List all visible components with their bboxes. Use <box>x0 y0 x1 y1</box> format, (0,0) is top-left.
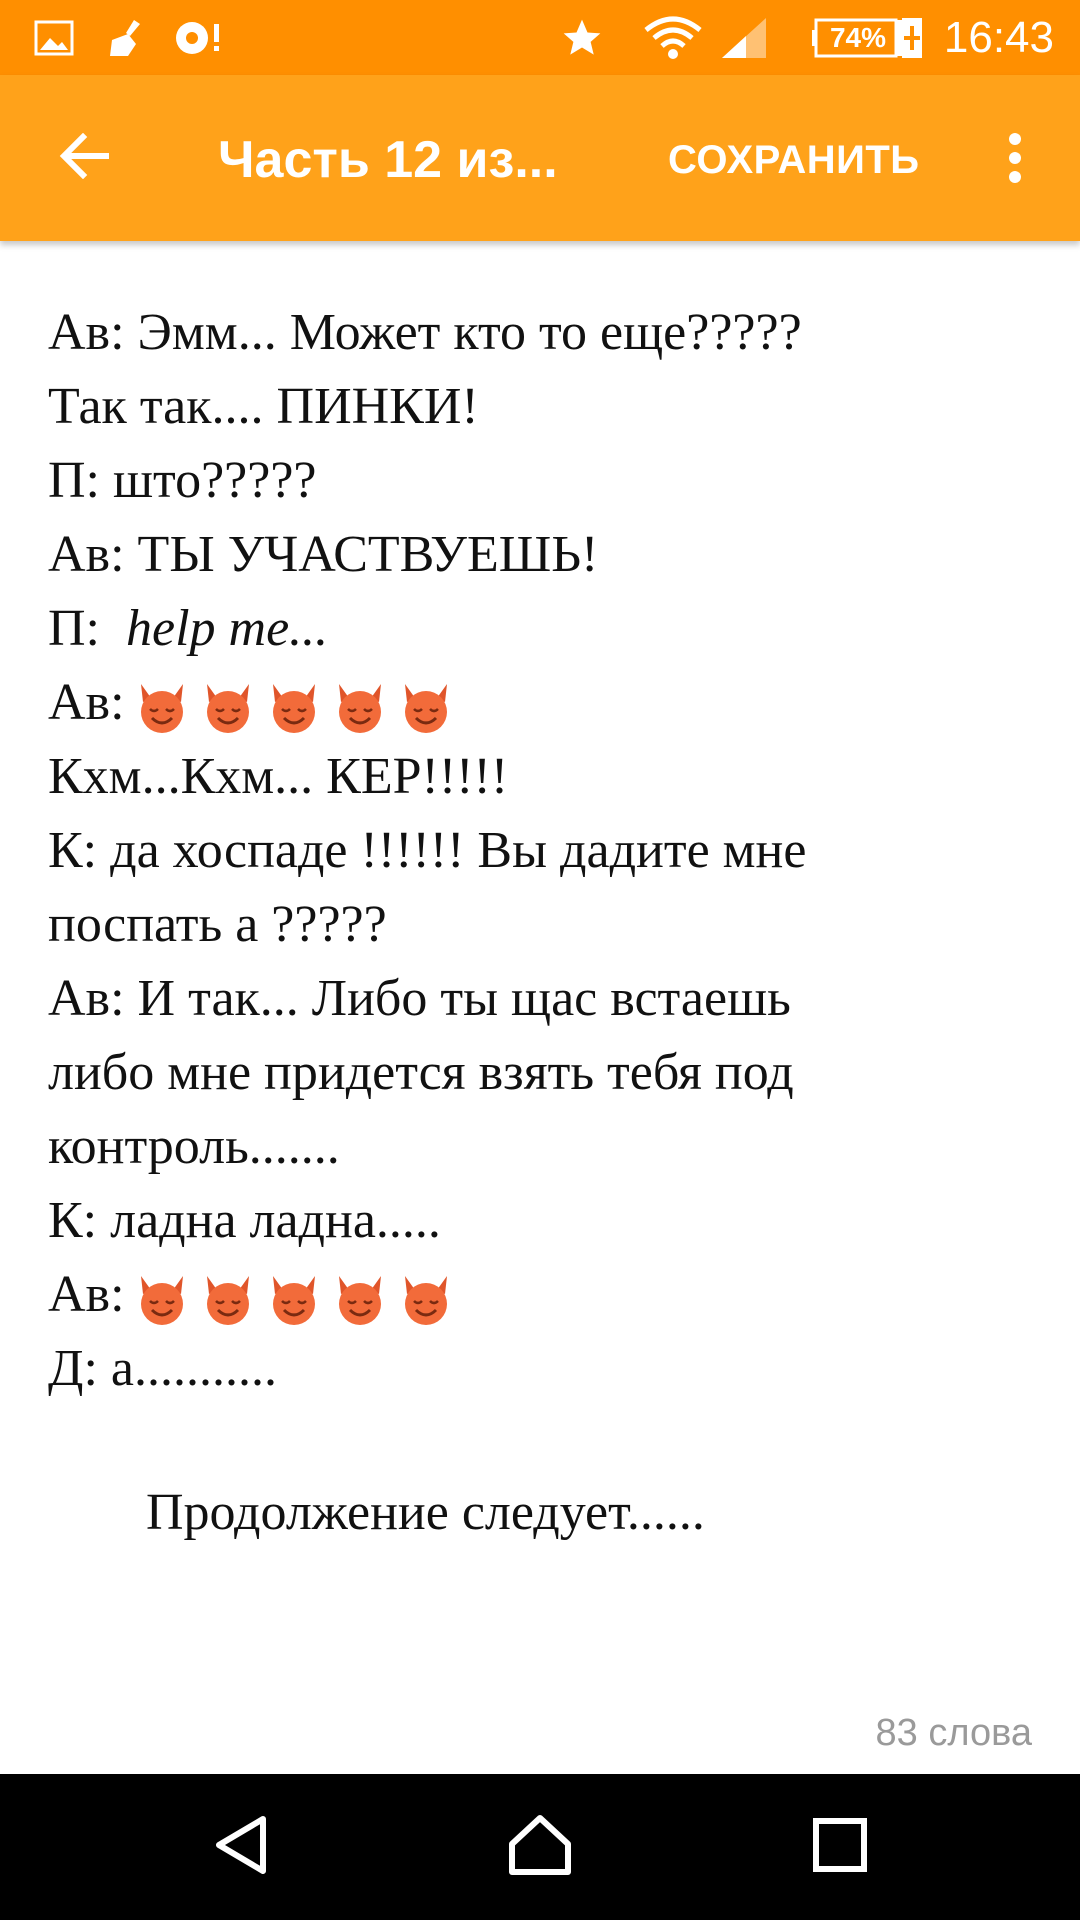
emoji-row <box>135 1272 453 1326</box>
page-title: Часть 12 из... <box>218 131 558 189</box>
story-line: Ав: <box>48 666 1048 740</box>
story-text: Ав: Эмм... Может кто то еще????? Так так… <box>48 296 1048 1406</box>
smiling-devil-emoji <box>206 684 249 734</box>
back-button[interactable] <box>40 120 130 196</box>
story-line: Ав: ТЫ УЧАСТВУЕШЬ! <box>48 526 599 583</box>
image-icon <box>34 14 74 62</box>
nav-home-icon <box>508 1814 572 1881</box>
nav-home-button[interactable] <box>495 1802 585 1892</box>
signal-icon <box>720 14 768 62</box>
nav-recents-icon <box>812 1817 868 1878</box>
nav-back-icon <box>211 1813 271 1882</box>
story-line: К: да хоспаде !!!!!! Вы дадите мне <box>48 822 807 879</box>
story-line: либо мне придется взять тебя под <box>48 1044 794 1101</box>
story-line: П: што????? <box>48 452 317 509</box>
story-line: контроль....... <box>48 1118 340 1175</box>
more-options-button[interactable] <box>990 125 1040 195</box>
emoji-row <box>135 680 453 734</box>
status-bar: 74% 16:43 <box>0 0 1080 75</box>
story-line: Так так.... ПИНКИ! <box>48 378 479 435</box>
story-line: Кхм...Кхм... КЕР!!!!! <box>48 748 509 805</box>
story-line: Ав: <box>48 1258 1048 1332</box>
star-icon <box>560 14 604 62</box>
battery-percent: 74% <box>829 22 887 53</box>
smiling-devil-emoji <box>140 684 183 734</box>
notification-icon <box>174 14 224 62</box>
smiling-devil-emoji <box>206 1276 249 1326</box>
save-button[interactable]: СОХРАНИТЬ <box>668 127 920 193</box>
smiling-devil-emoji <box>404 684 447 734</box>
smiling-devil-emoji <box>272 1276 315 1326</box>
smiling-devil-emoji <box>404 1276 447 1326</box>
story-line: К: ладна ладна..... <box>48 1192 441 1249</box>
italic-phrase: help me... <box>126 600 329 657</box>
smiling-devil-emoji <box>272 684 315 734</box>
speaker-label: Ав: <box>48 1266 125 1323</box>
smiling-devil-emoji <box>338 1276 381 1326</box>
speaker-label: Ав: <box>48 674 125 731</box>
nav-recents-button[interactable] <box>795 1802 885 1892</box>
status-time: 16:43 <box>943 13 1054 62</box>
navigation-bar <box>0 1774 1080 1920</box>
nav-back-button[interactable] <box>196 1802 286 1892</box>
continued-text: Продолжение следует...... <box>146 1484 705 1541</box>
wifi-icon <box>644 14 702 62</box>
app-bar: Часть 12 из... СОХРАНИТЬ <box>0 75 1080 241</box>
smiling-devil-emoji <box>140 1276 183 1326</box>
back-arrow-icon <box>59 132 111 184</box>
cleaner-icon <box>106 14 146 62</box>
story-line: Ав: И так... Либо ты щас встаешь <box>48 970 791 1027</box>
story-line: поспать а ????? <box>48 896 387 953</box>
smiling-devil-emoji <box>338 684 381 734</box>
more-vert-icon <box>1007 132 1023 189</box>
story-line: Ав: Эмм... Может кто то еще????? <box>48 304 802 361</box>
word-count: 83 слова <box>875 1712 1032 1754</box>
story-line: Д: а........... <box>48 1340 277 1397</box>
story-line: П: help me... <box>48 592 1048 666</box>
speaker-label: П: <box>48 600 100 657</box>
